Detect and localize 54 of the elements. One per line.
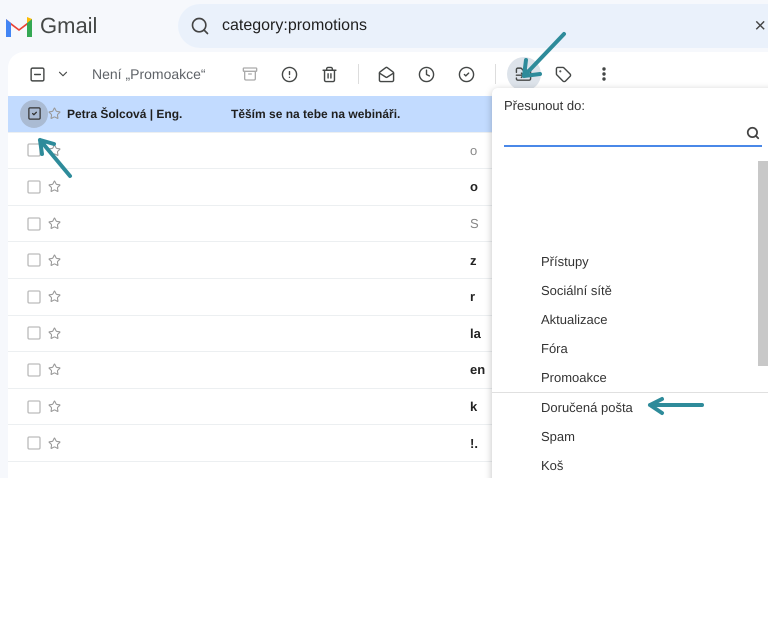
- checkbox-icon: [26, 288, 42, 305]
- star-icon[interactable]: [48, 436, 61, 450]
- row-text-fragment: k: [470, 399, 478, 414]
- menu-title: Přesunout do:: [504, 98, 586, 113]
- star-icon[interactable]: [48, 144, 61, 157]
- search-icon[interactable]: [746, 126, 760, 140]
- star-icon[interactable]: [48, 363, 61, 376]
- row-text-fragment: o: [470, 179, 478, 194]
- check-circle-icon: [458, 66, 476, 82]
- star-icon[interactable]: [48, 217, 61, 230]
- alert-icon: [281, 66, 298, 82]
- checkbox-icon: [26, 435, 42, 452]
- mail-subject: Těším se na tebe na webináři.: [231, 106, 400, 121]
- star-icon[interactable]: [48, 290, 61, 304]
- open-envelope-icon: [378, 66, 396, 82]
- clock-icon: [418, 66, 436, 82]
- app-name: Gmail: [40, 13, 98, 39]
- row-text-fragment: o: [470, 142, 478, 158]
- row-text-fragment: la: [470, 326, 481, 341]
- checkbox-icon: [26, 325, 42, 342]
- row-text-fragment: !.: [470, 436, 478, 451]
- checked-box-icon: [26, 106, 42, 122]
- checkbox-icon: [26, 398, 42, 415]
- checkbox-icon: [26, 178, 42, 195]
- star-icon[interactable]: [48, 400, 61, 414]
- checkbox-icon: [26, 362, 42, 378]
- checkbox-icon: [26, 216, 42, 232]
- archive-icon: [242, 66, 258, 82]
- row-text-fragment: en: [470, 362, 486, 378]
- search-field[interactable]: category:promotions ×: [178, 4, 768, 48]
- star-icon[interactable]: [48, 254, 61, 267]
- sender-name: Petra Šolcová | Eng.: [67, 106, 184, 121]
- star-icon[interactable]: [48, 326, 61, 340]
- row-text-fragment: S: [470, 216, 479, 232]
- search-icon[interactable]: [190, 16, 210, 36]
- checkbox-icon: [26, 142, 42, 158]
- close-icon[interactable]: ×: [754, 14, 766, 38]
- scrollbar[interactable]: [758, 161, 768, 366]
- folder-icon: [515, 66, 532, 82]
- star-icon[interactable]: [48, 180, 61, 194]
- star-icon[interactable]: [48, 107, 61, 120]
- menu-item[interactable]: Přístupy: [492, 247, 768, 276]
- tag-icon: [555, 66, 572, 82]
- menu-item[interactable]: Sociální sítě: [492, 276, 768, 305]
- trash-icon: [321, 66, 338, 82]
- mail-logo-icon: [4, 15, 34, 37]
- row-text-fragment: r: [470, 289, 476, 304]
- more-icon: [602, 67, 606, 81]
- row-text-fragment: z: [470, 252, 476, 268]
- checkbox-icon: [26, 252, 42, 268]
- minus-checkbox-icon: [28, 66, 46, 82]
- row-checkbox[interactable]: [20, 100, 48, 128]
- menu-item[interactable]: Doručená pošta: [492, 393, 768, 422]
- filter-label[interactable]: Není „Promoakce“: [92, 66, 206, 82]
